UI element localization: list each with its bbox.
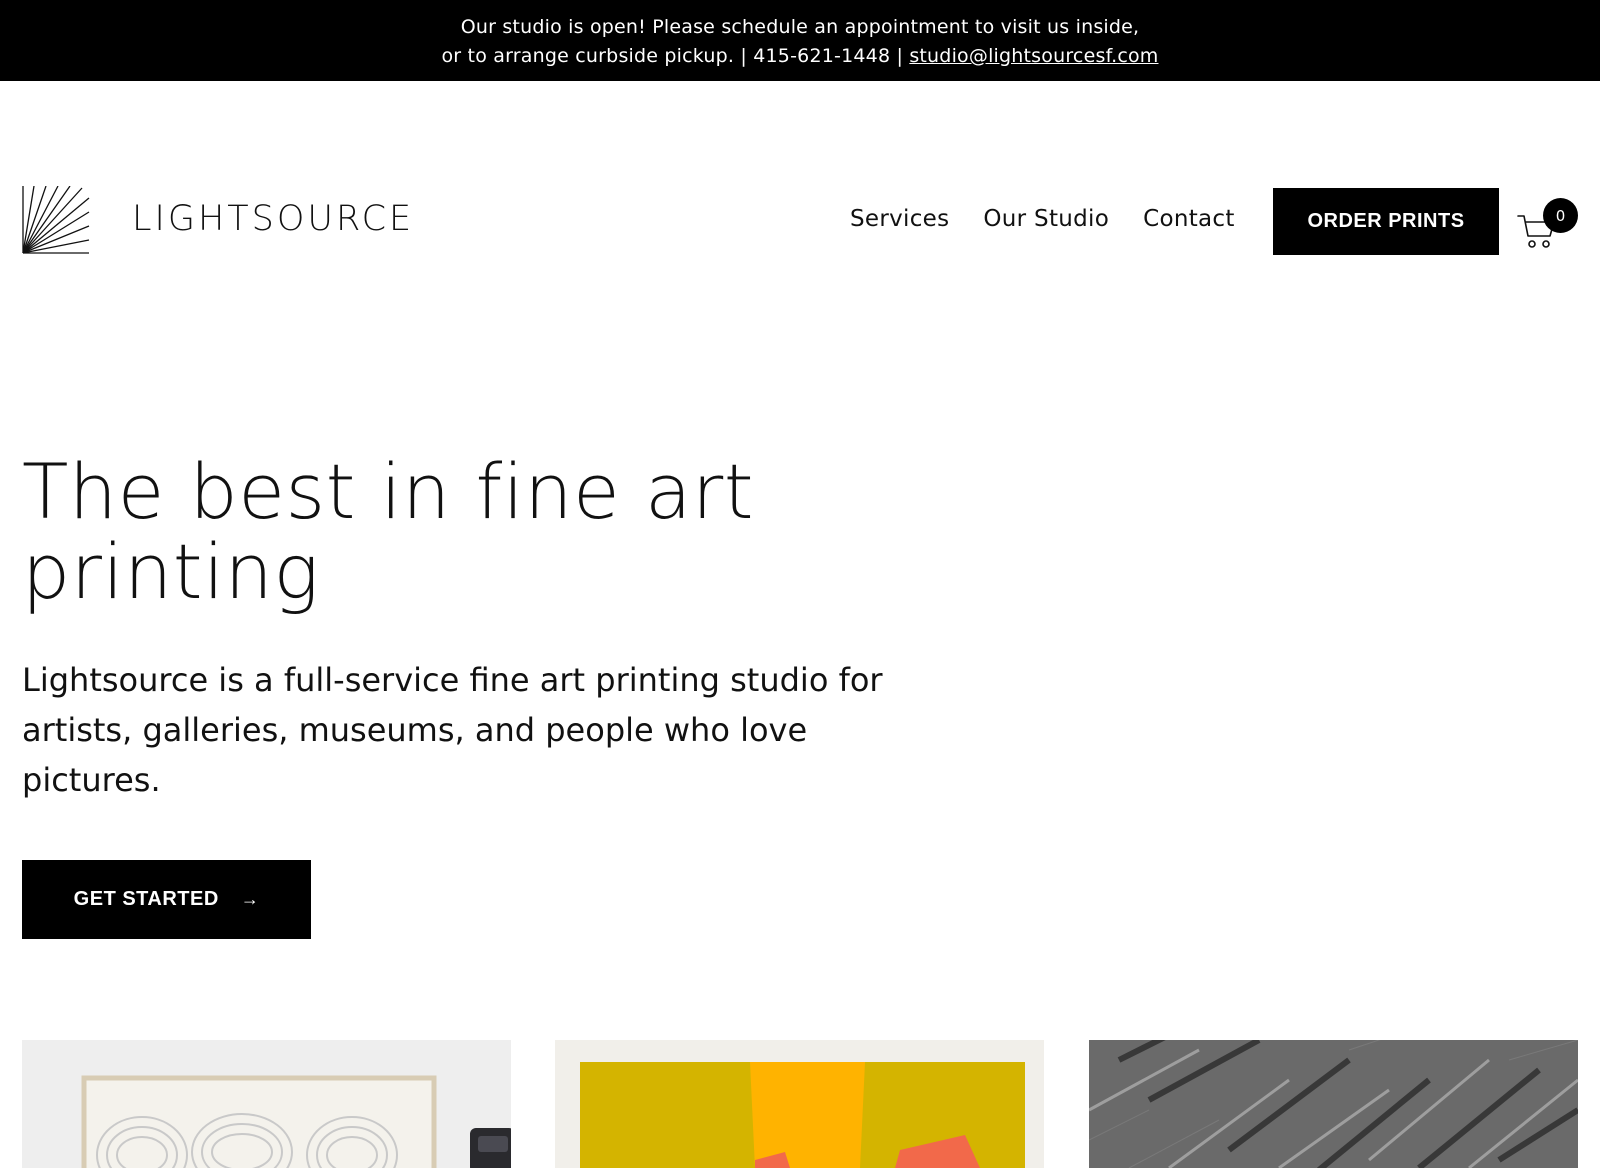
announcement-contact-text: or to arrange curbside pickup. | 415-621… xyxy=(441,45,910,67)
logo-wordmark[interactable]: LIGHTSOURCE xyxy=(132,199,414,239)
logo-sunburst-icon[interactable] xyxy=(22,186,90,254)
hero-subtitle: Lightsource is a full-service fine art p… xyxy=(22,661,883,799)
announcement-bar: Our studio is open! Please schedule an a… xyxy=(0,0,1600,81)
hero-title-line-2: printing xyxy=(22,527,320,616)
abstract-print-artwork xyxy=(555,1040,1044,1168)
hero-title: The best in fine art printing xyxy=(22,452,922,612)
gallery-image-framed-print[interactable] xyxy=(22,1040,511,1168)
nav-services[interactable]: Services xyxy=(850,206,949,232)
studio-email-link[interactable]: studio@lightsourcesf.com xyxy=(909,45,1158,67)
hero-title-line-1: The best in fine art xyxy=(22,447,755,536)
main-nav: Services Our Studio Contact xyxy=(850,206,1235,232)
gallery-image-aerial-landscape[interactable] xyxy=(1089,1040,1578,1168)
cart-count-badge[interactable]: 0 xyxy=(1543,198,1578,233)
framed-print-artwork xyxy=(22,1040,511,1168)
announcement-line-2: or to arrange curbside pickup. | 415-621… xyxy=(0,42,1600,71)
announcement-line-1: Our studio is open! Please schedule an a… xyxy=(460,16,1140,38)
get-started-button[interactable]: GET STARTED → xyxy=(22,860,311,939)
gallery-image-abstract-print[interactable] xyxy=(555,1040,1044,1168)
nav-contact[interactable]: Contact xyxy=(1143,206,1235,232)
order-prints-button[interactable]: ORDER PRINTS xyxy=(1273,188,1499,255)
get-started-label: GET STARTED xyxy=(73,888,219,910)
nav-our-studio[interactable]: Our Studio xyxy=(983,206,1109,232)
arrow-right-icon: → xyxy=(240,889,260,909)
aerial-landscape-photo xyxy=(1089,1040,1578,1168)
